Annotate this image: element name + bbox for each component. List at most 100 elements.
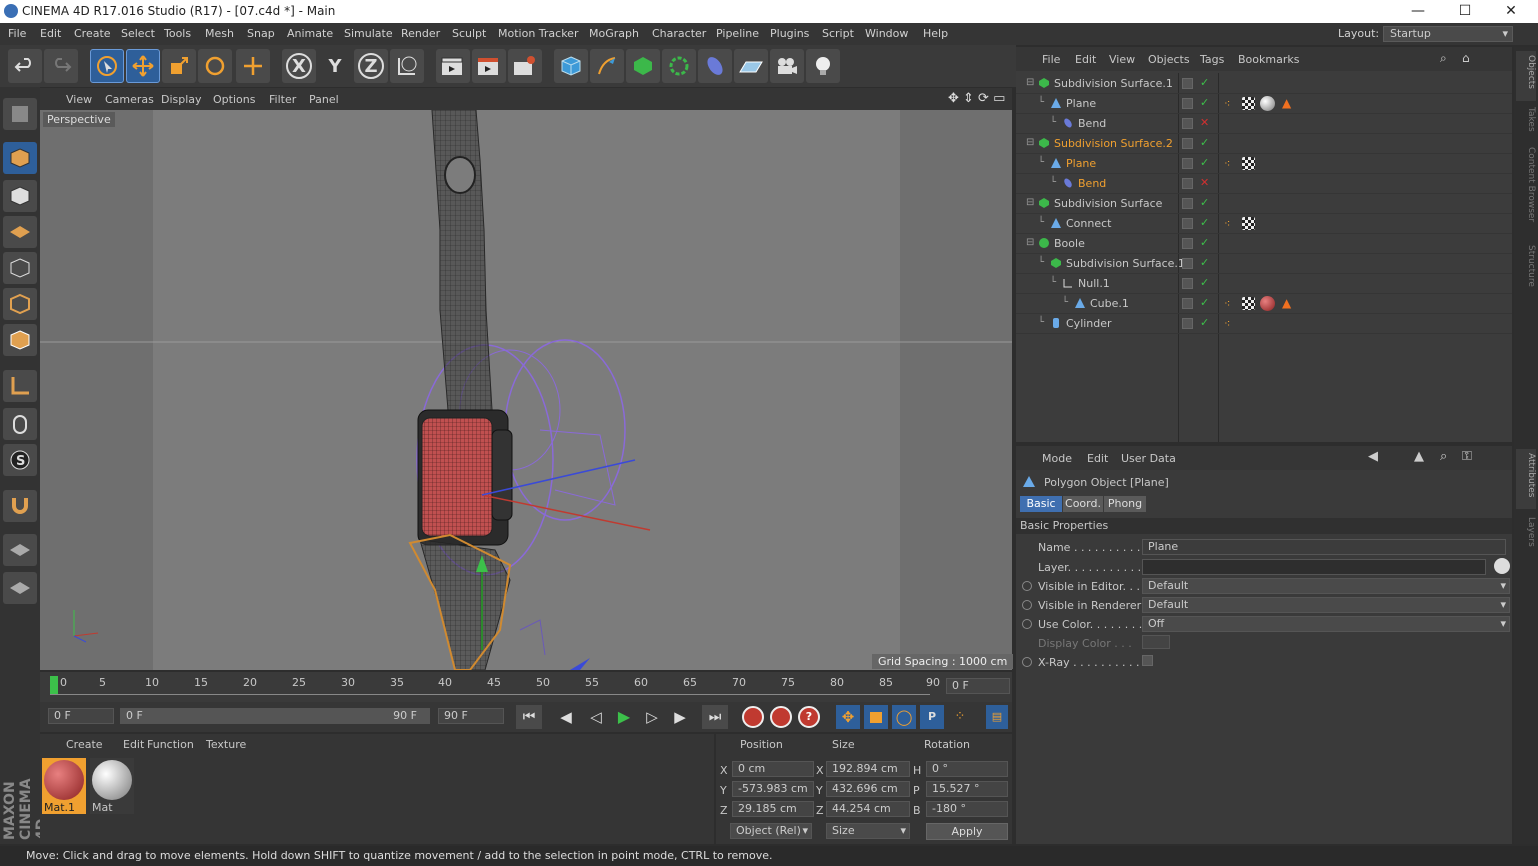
autokey-button[interactable] — [770, 706, 792, 728]
layer-checkbox[interactable] — [1182, 118, 1193, 129]
record-position-button[interactable]: ✥ — [836, 705, 860, 729]
visible-in-editor-dropdown[interactable]: Default ▾ — [1142, 578, 1510, 594]
add-floor-button[interactable] — [734, 49, 768, 83]
menu-create[interactable]: Create — [74, 27, 111, 40]
record-parameter-button[interactable]: P — [920, 705, 944, 729]
enabled-check-icon[interactable]: ✓ — [1200, 156, 1209, 169]
material-menu-edit[interactable]: Edit — [123, 738, 144, 751]
add-light-button[interactable] — [806, 49, 840, 83]
phong-tag-icon[interactable]: ⁖ — [1224, 317, 1230, 330]
layout-dropdown[interactable]: Startup ▾ — [1383, 26, 1513, 42]
viewport-menu-cameras[interactable]: Cameras — [105, 93, 154, 106]
uvw-tag-icon[interactable] — [1242, 297, 1255, 310]
menu-render[interactable]: Render — [401, 27, 440, 40]
menu-tools[interactable]: Tools — [164, 27, 191, 40]
disabled-x-icon[interactable]: ✕ — [1200, 116, 1209, 129]
size-y-field[interactable]: 432.696 cm — [826, 781, 910, 797]
record-scale-button[interactable] — [864, 705, 888, 729]
position-z-field[interactable]: 29.185 cm — [732, 801, 814, 817]
material-tag-icon[interactable] — [1260, 296, 1275, 311]
layer-picker-icon[interactable] — [1494, 558, 1510, 574]
enabled-check-icon[interactable]: ✓ — [1200, 316, 1209, 329]
tab-structure[interactable]: Structure — [1516, 241, 1536, 297]
disabled-x-icon[interactable]: ✕ — [1200, 176, 1209, 189]
render-to-picture-viewer-button[interactable] — [472, 49, 506, 83]
rotate-tool-button[interactable] — [198, 49, 232, 83]
phong-tag-icon[interactable]: ⁖ — [1224, 297, 1230, 310]
object-row[interactable]: └ Bend ✕ — [1016, 174, 1512, 194]
coordinate-mode-dropdown[interactable]: Object (Rel) ▾ — [730, 823, 812, 839]
add-array-button[interactable] — [662, 49, 696, 83]
tab-objects[interactable]: Objects — [1516, 51, 1536, 101]
objects-menu-tags[interactable]: Tags — [1200, 53, 1224, 66]
previous-key-button[interactable]: ◀ — [552, 705, 580, 729]
enabled-check-icon[interactable]: ✓ — [1200, 196, 1209, 209]
position-x-field[interactable]: 0 cm — [732, 761, 814, 777]
viewport-menu-display[interactable]: Display — [161, 93, 202, 106]
layer-checkbox[interactable] — [1182, 218, 1193, 229]
enabled-check-icon[interactable]: ✓ — [1200, 136, 1209, 149]
use-color-dropdown[interactable]: Off ▾ — [1142, 616, 1510, 632]
home-icon[interactable]: ⌂ — [1462, 51, 1470, 65]
visible-in-renderer-dropdown[interactable]: Default ▾ — [1142, 597, 1510, 613]
layer-checkbox[interactable] — [1182, 318, 1193, 329]
object-row[interactable]: └ Plane ✓ ⁖ — [1016, 154, 1512, 174]
snap-button[interactable] — [3, 490, 37, 522]
previous-frame-button[interactable]: ◁ — [582, 705, 610, 729]
recent-tool-button[interactable] — [236, 49, 270, 83]
uvw-tag-icon[interactable] — [1242, 217, 1255, 230]
layer-checkbox[interactable] — [1182, 198, 1193, 209]
objects-menu-view[interactable]: View — [1109, 53, 1135, 66]
texture-mode-button[interactable] — [3, 180, 37, 212]
material-swatch-mat1[interactable]: Mat.1 — [42, 758, 86, 814]
edges-mode-button[interactable] — [3, 288, 37, 320]
menu-mesh[interactable]: Mesh — [205, 27, 234, 40]
x-axis-lock-button[interactable]: X — [282, 49, 316, 83]
viewport-menu-filter[interactable]: Filter — [269, 93, 296, 106]
next-frame-button[interactable]: ▷ — [638, 705, 666, 729]
tab-layers[interactable]: Layers — [1516, 513, 1536, 553]
phong-tag-icon[interactable]: ⁖ — [1224, 97, 1230, 110]
viewport-menu-options[interactable]: Options — [213, 93, 255, 106]
enabled-check-icon[interactable]: ✓ — [1200, 236, 1209, 249]
workplane-mode-button[interactable] — [3, 216, 37, 248]
tree-expander-icon[interactable]: ⊟ — [1026, 137, 1034, 148]
object-row[interactable]: └ Cylinder ✓ ⁖ — [1016, 314, 1512, 334]
enabled-check-icon[interactable]: ✓ — [1200, 76, 1209, 89]
attr-menu-edit[interactable]: Edit — [1087, 452, 1108, 465]
tree-expander-icon[interactable]: └ — [1050, 177, 1056, 188]
object-row[interactable]: └ Subdivision Surface.1 ✓ — [1016, 254, 1512, 274]
object-row[interactable]: ⊟ Boole ✓ — [1016, 234, 1512, 254]
lock-workplane-button[interactable] — [3, 534, 37, 566]
uvw-tag-icon[interactable] — [1242, 97, 1255, 110]
phong-tag-icon[interactable]: ⁖ — [1224, 217, 1230, 230]
tab-takes[interactable]: Takes — [1516, 103, 1536, 139]
undo-button[interactable] — [8, 49, 42, 83]
object-row[interactable]: └ Plane ✓ ⁖ ▲ — [1016, 94, 1512, 114]
menu-simulate[interactable]: Simulate — [344, 27, 393, 40]
tab-attributes[interactable]: Attributes — [1516, 449, 1536, 509]
warning-triangle-icon[interactable]: ▲ — [1282, 96, 1291, 110]
record-button[interactable] — [742, 706, 764, 728]
material-menu-function[interactable]: Function — [147, 738, 194, 751]
enabled-check-icon[interactable]: ✓ — [1200, 296, 1209, 309]
menu-script[interactable]: Script — [822, 27, 854, 40]
timeline-ruler[interactable]: 0 5 10 15 20 25 30 35 40 45 50 55 60 65 … — [40, 672, 1012, 702]
next-key-button[interactable]: ▶ — [666, 705, 694, 729]
record-point-level-button[interactable]: ⁘ — [948, 705, 972, 729]
menu-pipeline[interactable]: Pipeline — [716, 27, 759, 40]
layer-checkbox[interactable] — [1182, 158, 1193, 169]
current-frame-field[interactable]: 0 F — [946, 678, 1010, 694]
layer-checkbox[interactable] — [1182, 278, 1193, 289]
model-mode-button[interactable] — [3, 142, 37, 174]
tree-expander-icon[interactable]: ⊟ — [1026, 77, 1034, 88]
axis-mode-button[interactable] — [3, 370, 37, 402]
apply-button[interactable]: Apply — [926, 823, 1008, 840]
tree-expander-icon[interactable]: └ — [1062, 297, 1068, 308]
animation-radio[interactable] — [1022, 619, 1032, 629]
tree-expander-icon[interactable]: └ — [1038, 157, 1044, 168]
render-view-button[interactable] — [436, 49, 470, 83]
viewport-navigation-icons[interactable]: ✥ ⇕ ⟳ ▭ — [948, 91, 1005, 106]
timeline-playhead[interactable] — [50, 676, 58, 694]
move-tool-button[interactable] — [126, 49, 160, 83]
